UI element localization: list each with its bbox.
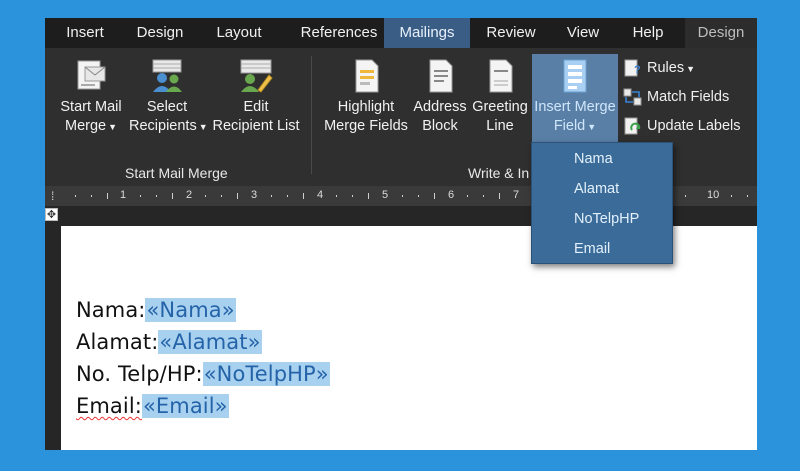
table-move-handle-icon[interactable]: ✥ <box>45 208 58 221</box>
tab-view[interactable]: View <box>560 18 606 48</box>
start-mail-merge-label-1: Start Mail <box>60 99 122 115</box>
greeting-line-icon <box>489 59 513 93</box>
address-block-label-1: Address <box>413 99 467 115</box>
highlight-merge-fields-label-1: Highlight <box>337 99 395 115</box>
insert-merge-field-icon <box>563 59 587 93</box>
svg-text:?: ? <box>634 64 641 76</box>
rules-label: Rules <box>647 60 685 76</box>
match-fields-button[interactable]: Match Fields <box>623 85 735 109</box>
dropdown-item-notelphp[interactable]: NoTelpHP <box>574 205 639 233</box>
document-line-notelphp[interactable]: No. Telp/HP:«NoTelpHP» <box>76 362 330 386</box>
group-label-write-insert: Write & In <box>468 165 530 181</box>
merge-field-alamat[interactable]: «Alamat» <box>158 330 262 354</box>
ruler-number: 3 <box>251 189 258 201</box>
ruler-number: 7 <box>513 189 520 201</box>
document-line-email[interactable]: Email:«Email» <box>76 394 229 418</box>
ruler-number: 1 <box>120 189 127 201</box>
select-recipients-label-2: Recipients <box>129 118 197 134</box>
document-line-nama[interactable]: Nama:«Nama» <box>76 298 236 322</box>
address-block-label-2: Block <box>422 118 458 134</box>
chevron-down-icon: ▼ <box>686 64 695 74</box>
update-labels-button[interactable]: Update Labels <box>623 114 753 138</box>
chevron-down-icon: ▼ <box>198 122 208 132</box>
edit-recipient-list-label-1: Edit <box>243 99 269 115</box>
ruler-number: 6 <box>448 189 455 201</box>
tab-mailings[interactable]: Mailings <box>384 18 470 48</box>
tab-review[interactable]: Review <box>481 18 541 48</box>
insert-merge-field-button[interactable]: Insert Merge Field ▼ <box>532 54 618 142</box>
edit-recipient-list-label-2: Recipient List <box>212 118 300 134</box>
merge-field-email[interactable]: «Email» <box>141 394 229 418</box>
greeting-line-label-1: Greeting <box>472 99 528 115</box>
line-label: No. Telp/HP: <box>76 362 203 386</box>
merge-field-nama[interactable]: «Nama» <box>145 298 236 322</box>
merge-field-notelphp[interactable]: «NoTelpHP» <box>202 362 330 386</box>
tab-insert[interactable]: Insert <box>63 18 107 48</box>
ruler-number: 5 <box>382 189 389 201</box>
chevron-down-icon: ▼ <box>108 122 118 132</box>
highlight-merge-fields-button[interactable]: Highlight Merge Fields <box>321 58 411 136</box>
tab-layout[interactable]: Layout <box>209 18 269 48</box>
address-block-button[interactable]: Address Block <box>409 58 471 136</box>
match-fields-label: Match Fields <box>647 89 730 105</box>
highlight-merge-fields-icon <box>355 59 379 93</box>
line-label: Email: <box>76 394 142 418</box>
rules-button[interactable]: ? Rules ▼ <box>623 56 703 80</box>
ruler-number: 10 <box>707 189 720 201</box>
tab-references[interactable]: References <box>289 18 389 48</box>
greeting-line-label-2: Line <box>486 118 514 134</box>
chevron-down-icon: ▼ <box>587 122 597 132</box>
tab-design[interactable]: Design <box>131 18 189 48</box>
tab-help[interactable]: Help <box>623 18 673 48</box>
highlight-merge-fields-label-2: Merge Fields <box>324 118 408 134</box>
line-label: Nama: <box>76 298 146 322</box>
ribbon-tab-bar: Insert Design Layout References Mailings… <box>45 18 757 48</box>
start-mail-merge-button[interactable]: Start Mail Merge ▼ <box>55 58 127 137</box>
update-labels-icon <box>624 117 641 135</box>
select-recipients-icon <box>152 59 182 92</box>
dropdown-item-nama[interactable]: Nama <box>574 145 613 173</box>
match-fields-icon <box>623 88 642 106</box>
rules-icon: ? <box>624 59 641 77</box>
update-labels-label: Update Labels <box>647 118 741 134</box>
insert-merge-field-dropdown: Nama Alamat NoTelpHP Email <box>531 142 673 264</box>
greeting-line-button[interactable]: Greeting Line <box>469 58 531 136</box>
edit-recipient-list-button[interactable]: Edit Recipient List <box>209 58 303 136</box>
group-separator <box>311 56 312 174</box>
ruler-tab-stop-icon[interactable]: ⁞ <box>51 189 54 203</box>
insert-merge-field-label-2: Field <box>553 118 586 134</box>
select-recipients-button[interactable]: Select Recipients ▼ <box>129 58 208 137</box>
dropdown-item-email[interactable]: Email <box>574 235 610 263</box>
ruler-number: 2 <box>186 189 193 201</box>
tab-design-context[interactable]: Design <box>685 18 757 48</box>
select-recipients-label-1: Select <box>146 99 188 115</box>
dropdown-item-alamat[interactable]: Alamat <box>574 175 619 203</box>
line-label: Alamat: <box>76 330 159 354</box>
insert-merge-field-label-1: Insert Merge <box>534 99 616 115</box>
document-line-alamat[interactable]: Alamat:«Alamat» <box>76 330 262 354</box>
address-block-icon <box>429 59 453 93</box>
edit-recipient-list-icon <box>240 59 273 93</box>
group-label-start-mail-merge: Start Mail Merge <box>125 165 228 181</box>
ruler-number: 4 <box>317 189 324 201</box>
start-mail-merge-icon <box>77 60 106 90</box>
start-mail-merge-label-2: Merge <box>64 118 107 134</box>
